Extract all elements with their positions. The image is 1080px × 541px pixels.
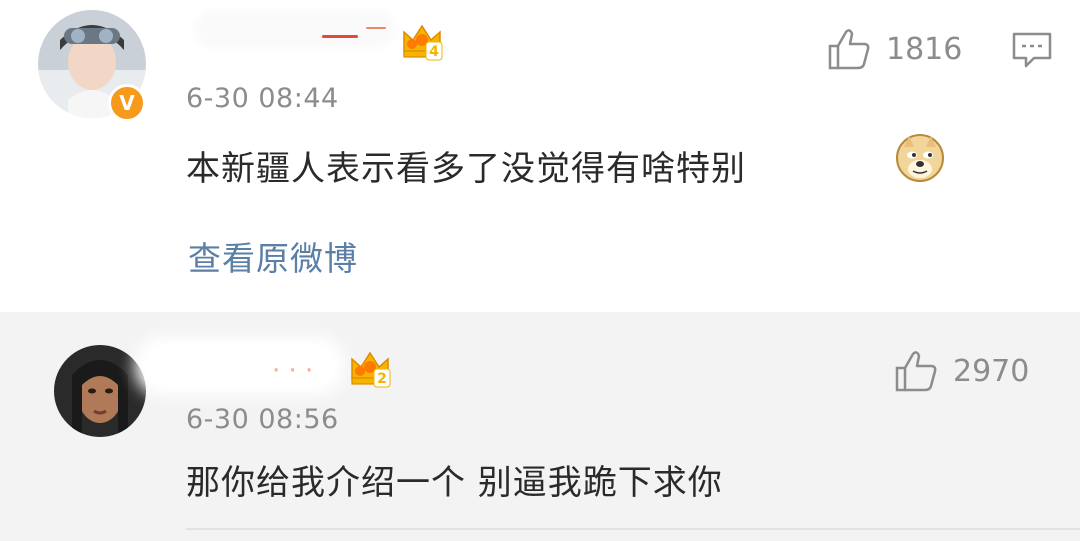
reply-icon[interactable] xyxy=(1010,30,1054,70)
doge-emoji-icon xyxy=(895,133,945,183)
like-count: 2970 xyxy=(953,353,1030,389)
comment-item: V 4 6-30 08:44 本新疆人表示看多了没觉得有啥特别 查看原微博 18… xyxy=(0,0,1080,312)
like-button[interactable]: 2970 xyxy=(893,348,1029,394)
divider xyxy=(186,528,1080,530)
like-button[interactable]: 1816 xyxy=(826,26,962,72)
crown-icon: 4 xyxy=(400,20,444,62)
comment-time: 6-30 08:44 xyxy=(186,83,339,114)
thumbs-up-icon xyxy=(828,29,870,70)
username-fragment: · · · xyxy=(272,356,314,386)
comment-text: 本新疆人表示看多了没觉得有啥特别 xyxy=(186,149,746,189)
comment-time: 6-30 08:56 xyxy=(186,404,339,435)
svg-text:4: 4 xyxy=(429,44,439,60)
like-count: 1816 xyxy=(886,31,963,67)
comment-item: · · · 2 6-30 08:56 那你给我介绍一个 别逼我跪下求你 2970 xyxy=(0,312,1080,541)
comment-text: 那你给我介绍一个 别逼我跪下求你 xyxy=(186,463,723,503)
verified-badge: V xyxy=(108,84,146,122)
username-fragment xyxy=(322,35,358,38)
thumbs-up-icon xyxy=(895,351,937,392)
username-redacted[interactable] xyxy=(200,16,390,42)
avatar[interactable] xyxy=(54,345,146,437)
username-fragment xyxy=(366,27,386,29)
crown-icon: 2 xyxy=(348,347,392,389)
view-original-link[interactable]: 查看原微博 xyxy=(188,232,358,280)
svg-text:2: 2 xyxy=(377,371,387,387)
